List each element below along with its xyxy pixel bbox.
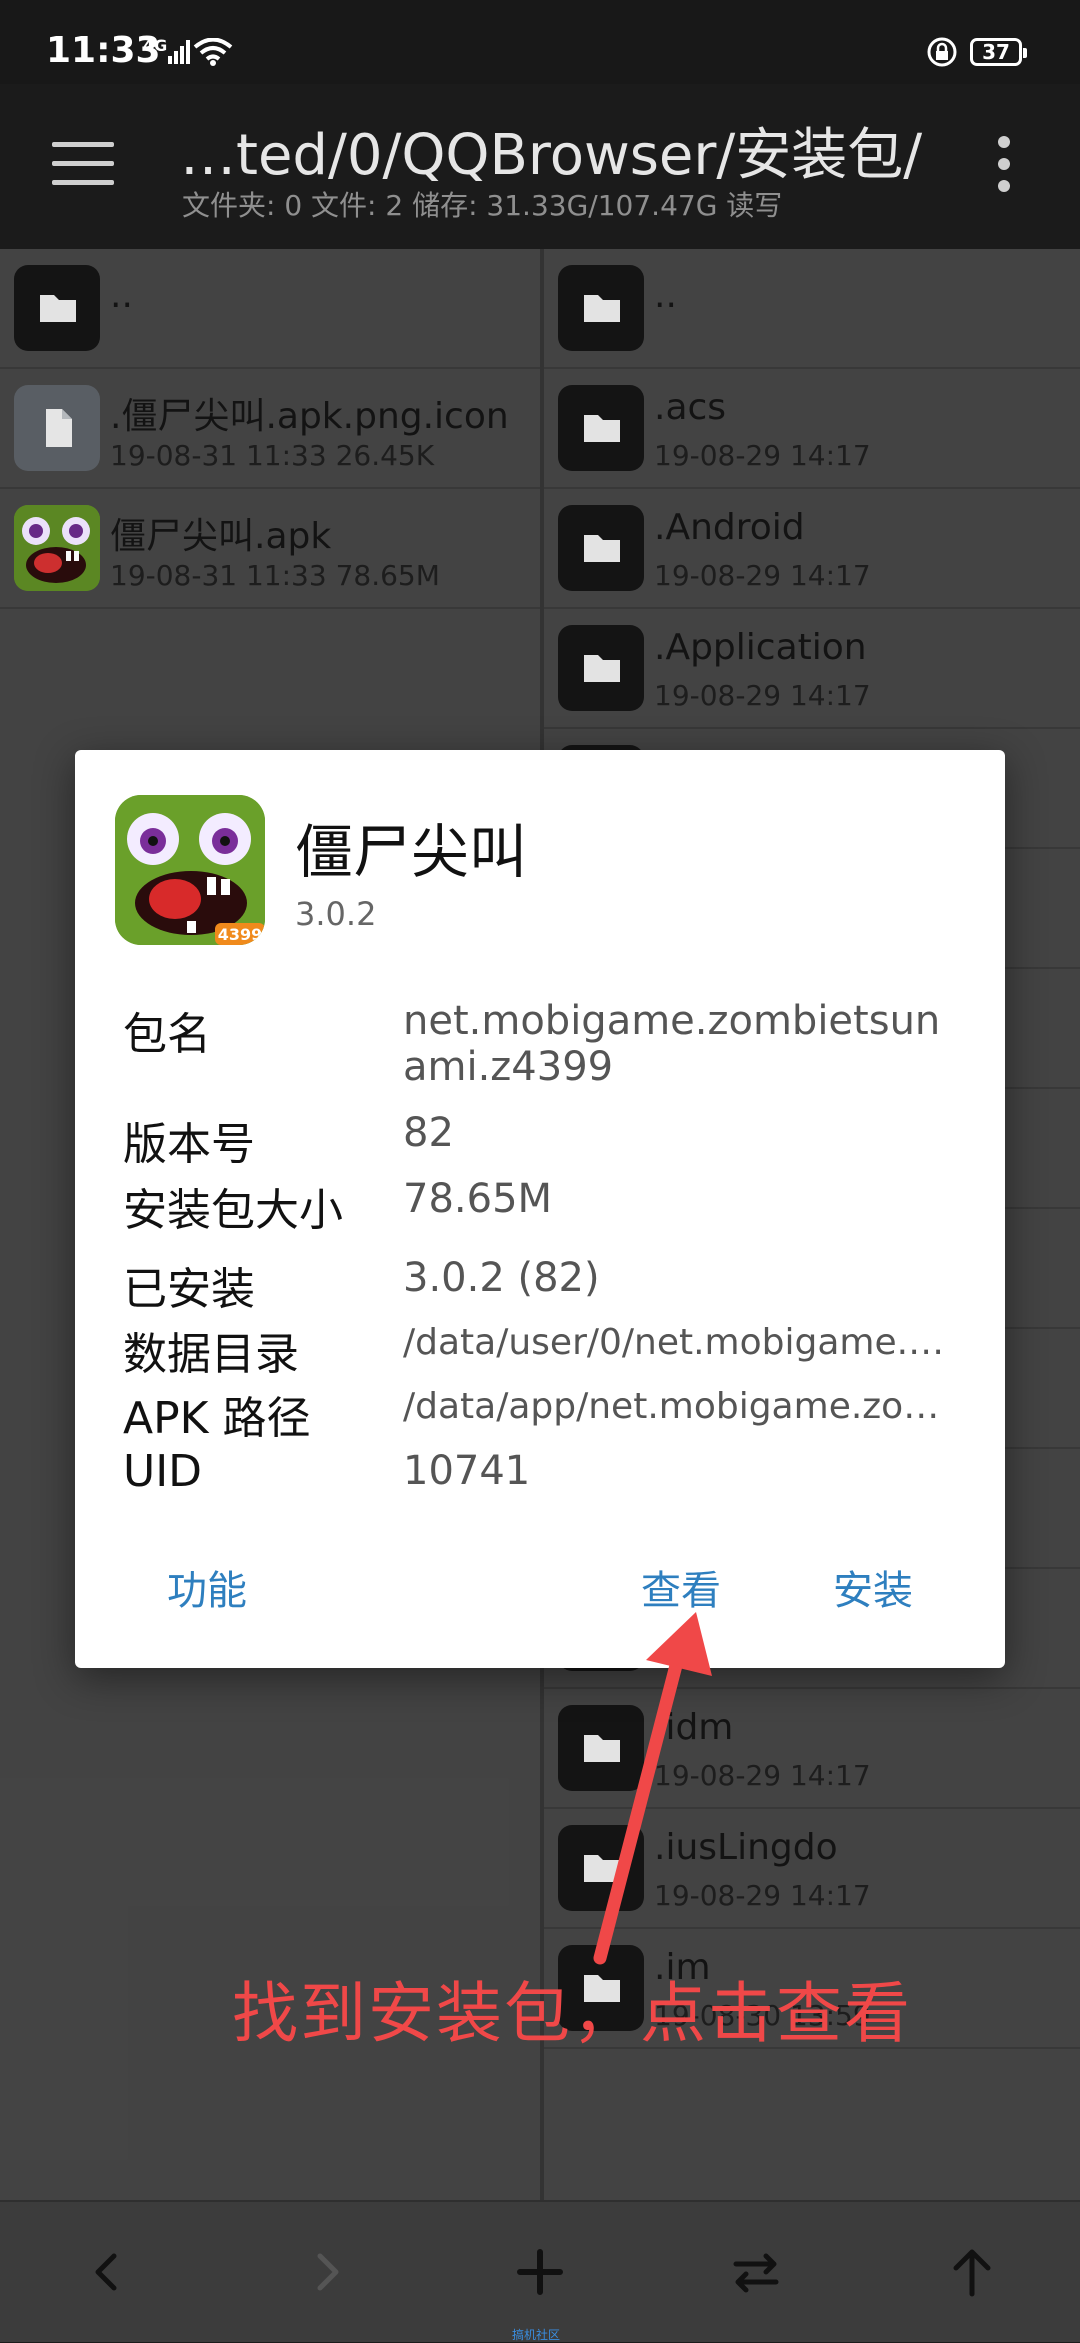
forward-icon[interactable] (296, 2242, 356, 2302)
up-directory-icon[interactable] (942, 2242, 1002, 2302)
add-icon[interactable] (510, 2242, 570, 2302)
annotation-text: 找到安装包，点击查看 (232, 1975, 912, 2052)
swap-panes-icon[interactable] (726, 2242, 786, 2302)
back-icon[interactable] (78, 2242, 138, 2302)
watermark: 搞机社区 (512, 2328, 561, 2342)
bottom-toolbar (0, 2200, 1080, 2342)
